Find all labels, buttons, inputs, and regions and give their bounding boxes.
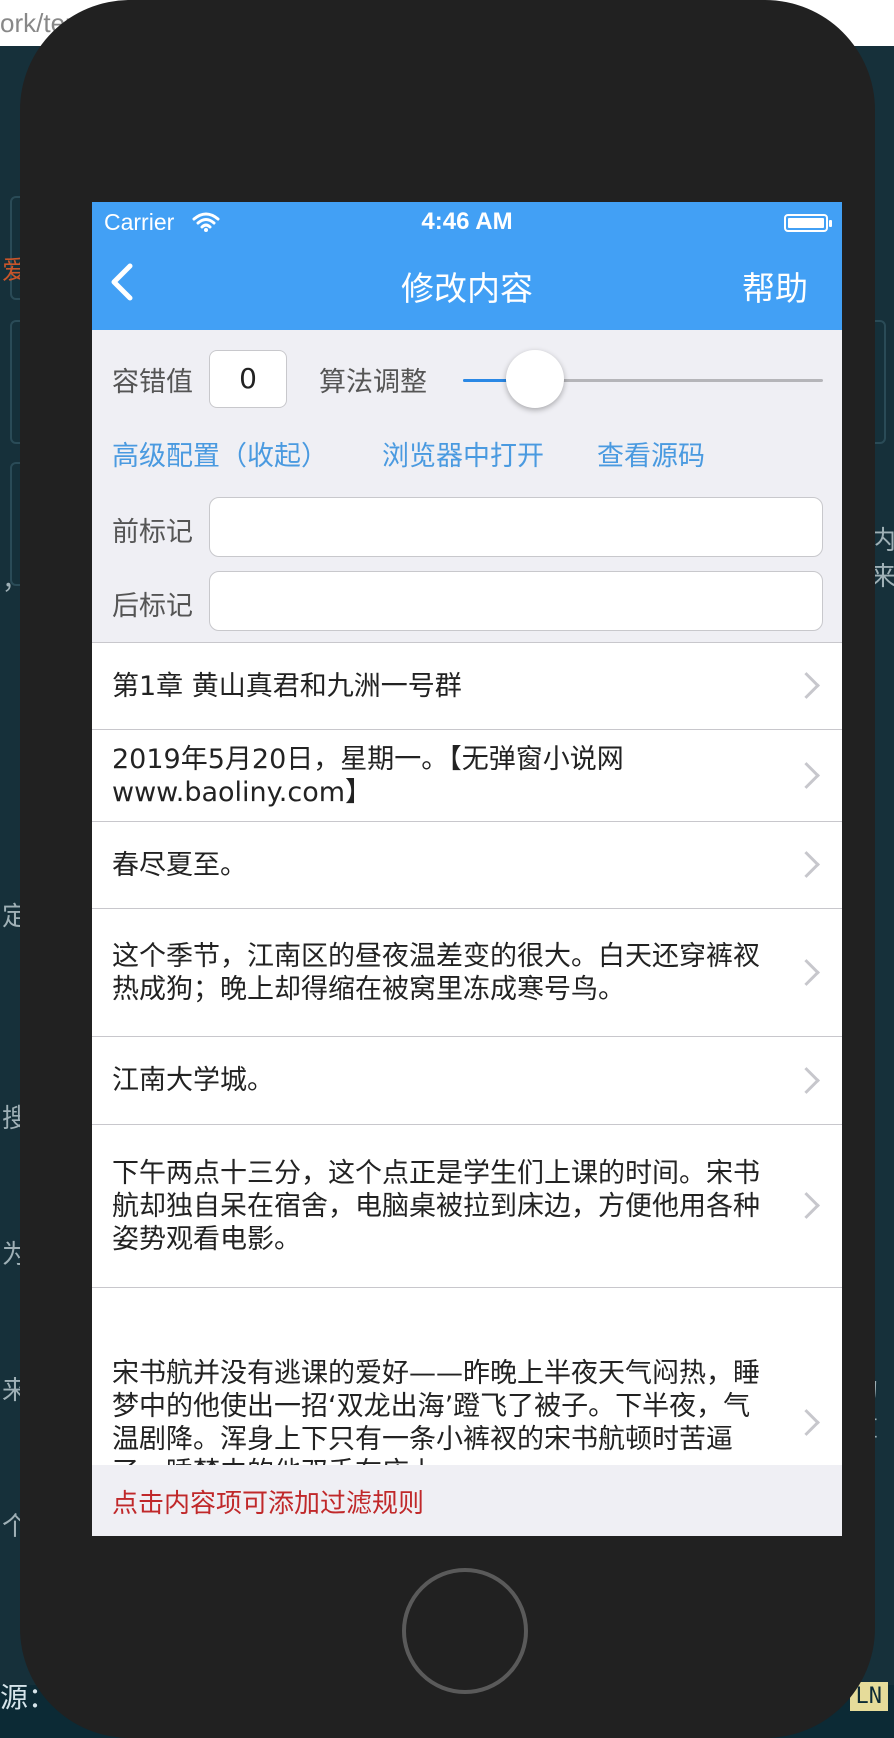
open-in-browser-link[interactable]: 浏览器中打开 (382, 434, 544, 473)
page-title: 修改内容 (401, 269, 533, 308)
advanced-config-link[interactable]: 高级配置（收起） (112, 434, 328, 473)
chevron-right-icon (793, 1192, 820, 1219)
chevron-right-icon (793, 851, 820, 878)
list-item[interactable]: 宋书航并没有逃课的爱好——昨晚上半夜天气闷热，睡梦中的他使出一招‘双龙出海’蹬飞… (92, 1288, 842, 1466)
prefix-marker-input[interactable] (209, 497, 823, 557)
list-item[interactable]: 下午两点十三分，这个点正是学生们上课的时间。宋书航却独自呆在宿舍，电脑桌被拉到床… (92, 1125, 842, 1288)
chevron-right-icon (793, 958, 820, 986)
list-item[interactable]: 江南大学城。 (92, 1037, 842, 1125)
chevron-right-icon (793, 1066, 820, 1094)
footer-hint-text: 点击内容项可添加过滤规则 (112, 1489, 425, 1519)
list-item-text: 下午两点十三分，这个点正是学生们上课的时间。宋书航却独自呆在宿舍，电脑桌被拉到床… (112, 1157, 760, 1255)
prefix-marker-label: 前标记 (112, 517, 193, 548)
battery-icon (784, 214, 832, 232)
list-item-text: 2019年5月20日，星期一。【无弹窗小说网 www.baoliny.com】 (112, 743, 624, 808)
status-time: 4:46 AM (421, 208, 513, 235)
home-button[interactable] (402, 1568, 528, 1694)
suffix-marker-label: 后标记 (112, 591, 193, 622)
list-item[interactable]: 第1章 黄山真君和九洲一号群 (92, 643, 842, 730)
app-screen: Carrier 4:46 AM 修改内容 帮助 容错值 0 算法调整 高级配置（… (92, 202, 842, 1536)
status-bar: Carrier 4:46 AM (92, 202, 842, 242)
list-item-text: 第1章 黄山真君和九洲一号群 (112, 670, 462, 702)
chevron-right-icon (793, 1408, 820, 1436)
content-list: 第1章 黄山真君和九洲一号群 2019年5月20日，星期一。【无弹窗小说网 ww… (92, 642, 842, 1466)
tolerance-input[interactable]: 0 (209, 350, 287, 408)
list-item-text: 这个季节，江南区的昼夜温差变的很大。白天还穿裤衩热成狗；晚上却得缩在被窝里冻成寒… (112, 940, 760, 1005)
tolerance-label: 容错值 (112, 367, 193, 398)
chevron-right-icon (793, 761, 820, 789)
suffix-marker-input[interactable] (209, 571, 823, 631)
help-button[interactable]: 帮助 (742, 262, 808, 310)
list-item[interactable]: 春尽夏至。 (92, 822, 842, 909)
list-item-text: 江南大学城。 (112, 1065, 274, 1096)
list-item[interactable]: 这个季节，江南区的昼夜温差变的很大。白天还穿裤衩热成狗；晚上却得缩在被窝里冻成寒… (92, 909, 842, 1037)
view-source-link[interactable]: 查看源码 (597, 434, 705, 473)
chevron-right-icon (793, 672, 820, 699)
phone-frame: Carrier 4:46 AM 修改内容 帮助 容错值 0 算法调整 高级配置（… (20, 0, 875, 1738)
algorithm-slider-thumb[interactable] (506, 350, 564, 408)
list-item-text: 春尽夏至。 (112, 849, 247, 881)
navigation-header: Carrier 4:46 AM 修改内容 帮助 (92, 202, 842, 330)
list-item-text: 宋书航并没有逃课的爱好——昨晚上半夜天气闷热，睡梦中的他使出一招‘双龙出海’蹬飞… (112, 1357, 760, 1467)
list-item[interactable]: 2019年5月20日，星期一。【无弹窗小说网 www.baoliny.com】 (92, 730, 842, 822)
footer-hint-bar: 点击内容项可添加过滤规则 (92, 1465, 842, 1536)
algorithm-label: 算法调整 (319, 367, 427, 398)
